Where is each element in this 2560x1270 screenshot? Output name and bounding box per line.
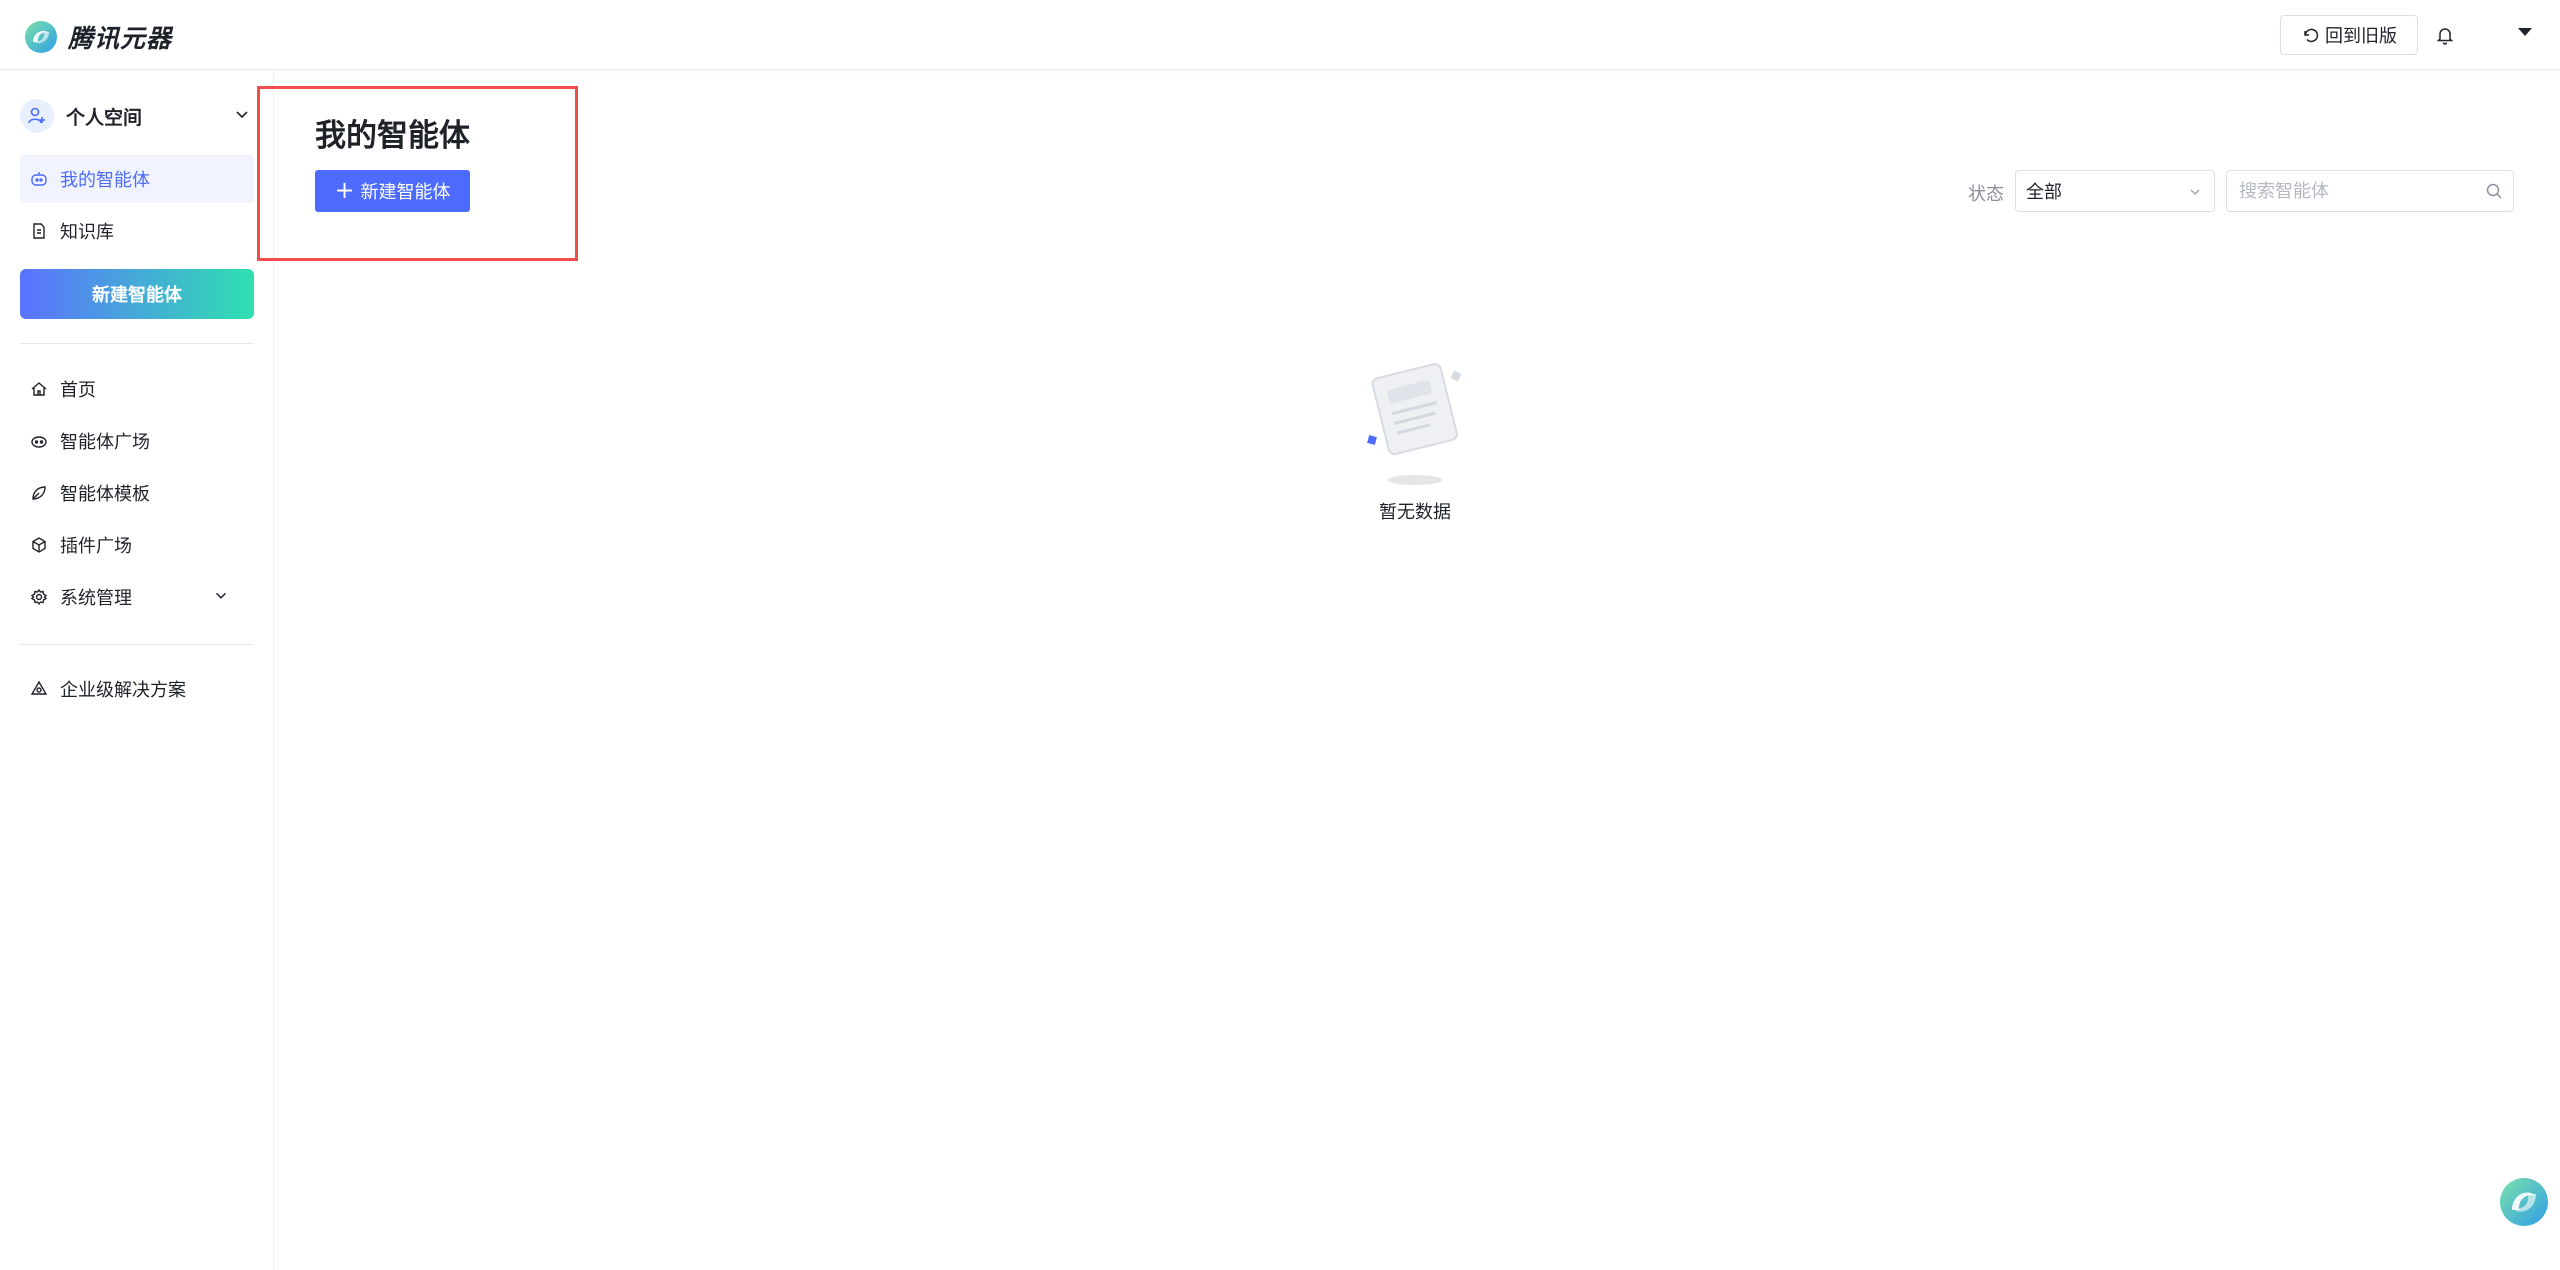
sidebar-item-knowledge-base[interactable]: 知识库 [20, 207, 254, 255]
space-switcher[interactable]: 个人空间 [20, 93, 254, 139]
plugin-icon [32, 537, 46, 553]
user-menu-dropdown-icon[interactable] [2518, 28, 2532, 36]
sidebar-item-label: 智能体模板 [60, 484, 150, 505]
sidebar-item-label: 知识库 [60, 222, 114, 243]
sidebar-item-home[interactable]: 首页 [20, 365, 254, 413]
sidebar-item-system-management[interactable]: 系统管理 [20, 573, 254, 621]
document-icon [33, 223, 45, 239]
empty-state: 暂无数据 [1340, 350, 1490, 524]
sidebar-item-agent-template[interactable]: 智能体模板 [20, 469, 254, 517]
search-box [2226, 170, 2514, 212]
enterprise-icon [30, 680, 48, 695]
avatar [20, 99, 54, 133]
back-to-old-version-label: 回到旧版 [2325, 26, 2397, 47]
status-filter-select[interactable]: 全部 [2015, 170, 2215, 212]
sidebar: 个人空间 我的智能体 知识库 新建智能体 首页 智能体广场 智能体模板 插件广场… [0, 71, 274, 1270]
app-name: 腾讯元器 [68, 24, 173, 53]
status-filter-value: 全部 [2026, 182, 2062, 203]
home-icon [31, 382, 47, 396]
sidebar-item-label: 系统管理 [60, 588, 132, 609]
settings-icon [30, 588, 48, 606]
yuanqi-logo-icon [25, 21, 57, 53]
sidebar-item-label: 我的智能体 [60, 170, 150, 191]
plus-icon: + [334, 176, 355, 204]
sidebar-item-label: 首页 [60, 380, 96, 401]
assistant-float-button-icon[interactable] [2498, 1176, 2550, 1228]
sidebar-item-label: 企业级解决方案 [60, 680, 186, 701]
agent-square-icon [31, 436, 47, 448]
new-agent-button-label: 新建智能体 [360, 182, 451, 203]
sidebar-item-agent-square[interactable]: 智能体广场 [20, 417, 254, 465]
sidebar-divider [20, 644, 254, 645]
chevron-down-icon [236, 111, 248, 119]
search-input[interactable] [2227, 171, 2477, 211]
sidebar-item-my-agents[interactable]: 我的智能体 [20, 155, 254, 203]
sidebar-new-agent-button[interactable]: 新建智能体 [20, 269, 254, 319]
top-bar: 腾讯元器 回到旧版 [0, 0, 2560, 70]
new-agent-button[interactable]: + 新建智能体 [315, 170, 470, 212]
chevron-down-icon [2190, 189, 2200, 195]
chevron-down-icon [215, 592, 227, 599]
empty-document-icon [1367, 362, 1462, 485]
empty-state-text: 暂无数据 [1379, 502, 1451, 523]
page-title: 我的智能体 [315, 118, 470, 154]
template-icon [32, 486, 46, 500]
user-add-icon [28, 107, 45, 124]
space-label: 个人空间 [66, 106, 143, 129]
bell-icon[interactable] [2434, 24, 2456, 46]
agent-icon [31, 172, 47, 186]
undo-icon [2304, 28, 2319, 43]
sidebar-item-label: 插件广场 [60, 536, 132, 557]
search-icon[interactable] [2485, 182, 2503, 200]
sidebar-divider [20, 343, 254, 344]
sidebar-item-enterprise-solution[interactable]: 企业级解决方案 [20, 665, 254, 713]
sidebar-item-label: 智能体广场 [60, 432, 150, 453]
back-to-old-version-button[interactable]: 回到旧版 [2280, 15, 2418, 55]
sidebar-item-plugin-square[interactable]: 插件广场 [20, 521, 254, 569]
status-filter-label: 状态 [1968, 184, 2004, 205]
app-logo[interactable]: 腾讯元器 [24, 19, 172, 55]
